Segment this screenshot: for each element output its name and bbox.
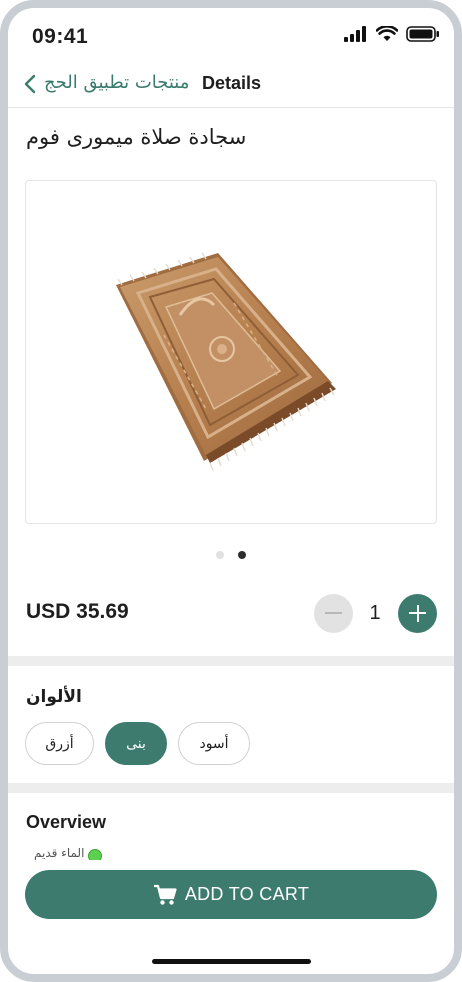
wifi-icon bbox=[376, 26, 398, 41]
home-indicator bbox=[152, 959, 311, 964]
battery-icon bbox=[406, 26, 439, 42]
quantity-value: 1 bbox=[369, 602, 381, 624]
color-option-brown[interactable]: بنى bbox=[105, 722, 167, 765]
carousel-dot-active[interactable] bbox=[238, 551, 246, 559]
status-time: 09:41 bbox=[32, 25, 89, 48]
section-divider bbox=[8, 656, 454, 666]
status-icons bbox=[344, 26, 440, 42]
increase-quantity-button[interactable] bbox=[398, 594, 437, 633]
product-price: USD 35.69 bbox=[26, 600, 129, 623]
color-option-blue[interactable]: أزرق bbox=[25, 722, 94, 765]
color-option-black[interactable]: أسود bbox=[178, 722, 250, 765]
colors-section-title: الألوان bbox=[26, 687, 82, 707]
add-to-cart-button[interactable]: ADD TO CART bbox=[25, 870, 437, 919]
product-image bbox=[116, 252, 336, 471]
product-title: سجادة صلاة ميمورى فوم bbox=[26, 125, 247, 149]
navigation-bar: منتجات تطبيق الحج Details bbox=[8, 64, 454, 108]
overview-section-title: Overview bbox=[26, 812, 107, 832]
decrease-quantity-button[interactable] bbox=[314, 594, 353, 633]
add-to-cart-label: ADD TO CART bbox=[184, 884, 310, 904]
overview-content-preview: الماء قديم bbox=[34, 846, 103, 860]
page-title: Details bbox=[202, 73, 262, 93]
overview-preview-text: الماء قديم bbox=[34, 846, 85, 860]
carousel-dot[interactable] bbox=[216, 551, 224, 559]
status-dot-icon bbox=[88, 849, 103, 860]
product-image-carousel[interactable] bbox=[25, 180, 437, 524]
cart-icon bbox=[153, 884, 177, 905]
status-bar: 09:41 bbox=[8, 8, 454, 64]
section-divider bbox=[8, 783, 454, 793]
back-button[interactable]: منتجات تطبيق الحج bbox=[44, 72, 189, 93]
carousel-pagination bbox=[216, 551, 246, 559]
phone-screen: 09:41 منتجات تطبيق الحج Details سجادة صل… bbox=[0, 0, 462, 982]
chevron-left-icon[interactable] bbox=[20, 72, 42, 96]
cellular-signal-icon bbox=[344, 26, 366, 42]
